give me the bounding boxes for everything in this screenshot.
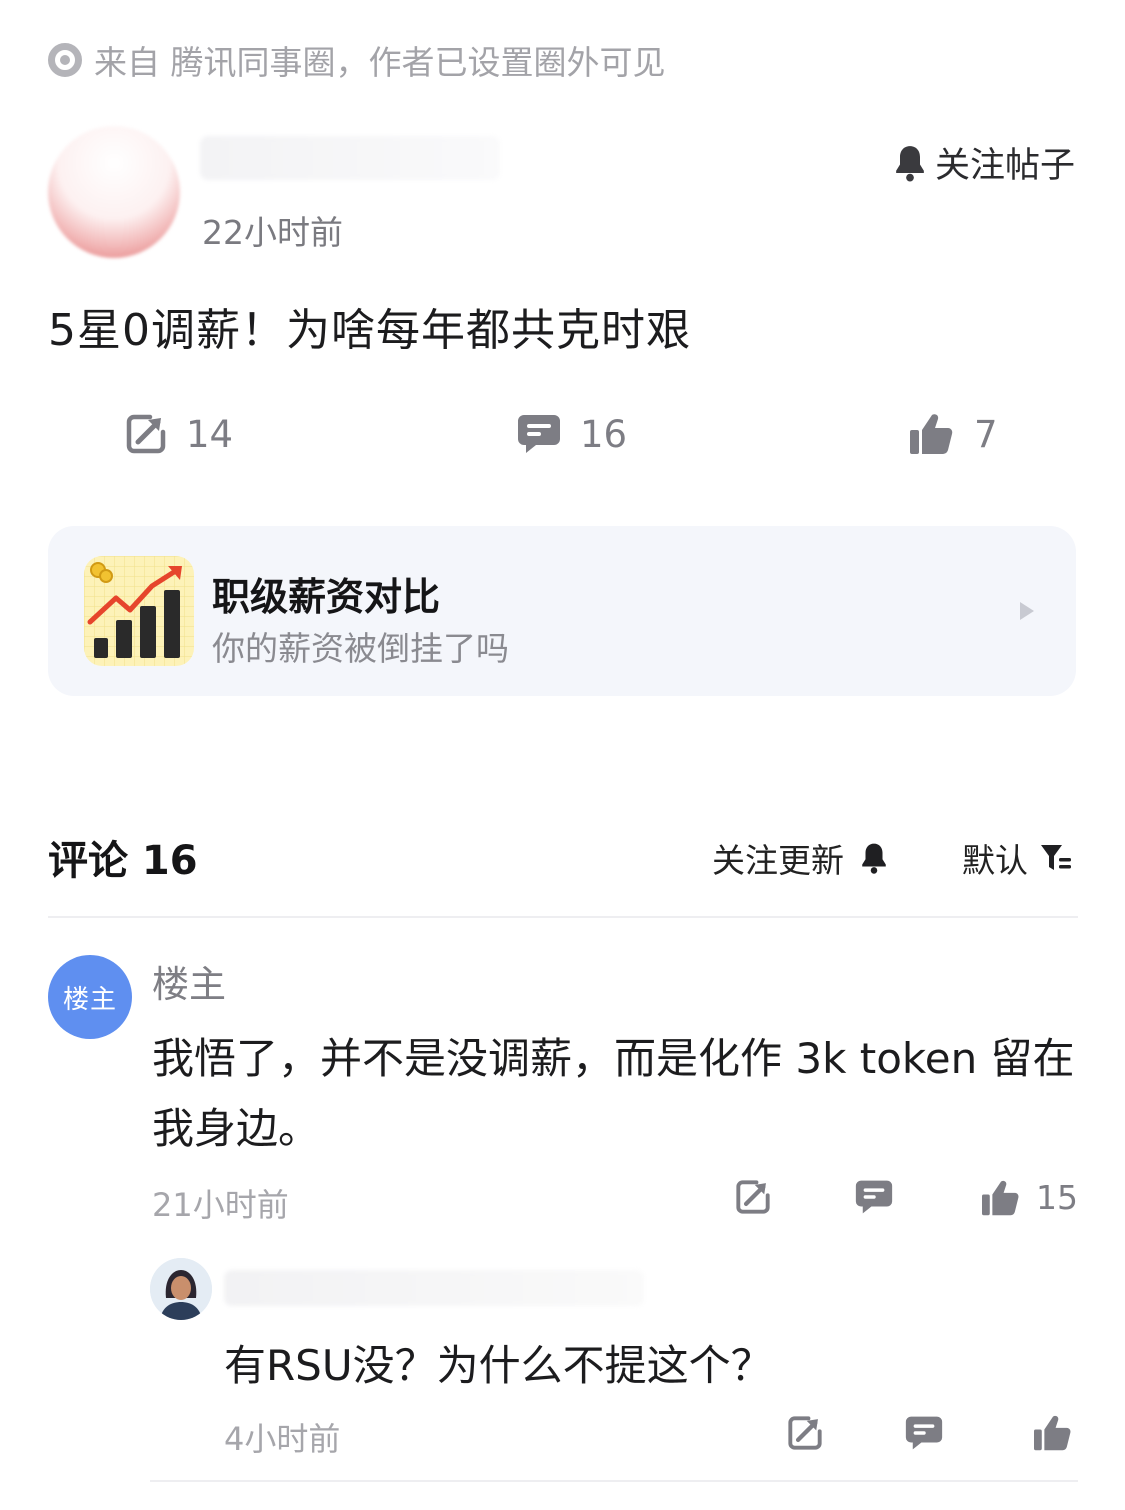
share-icon (736, 1180, 770, 1214)
comments-divider (48, 916, 1078, 918)
chevron-right-icon (1020, 602, 1034, 620)
reply-text: 有RSU没？为什么不提这个？ (224, 1341, 773, 1390)
follow-updates-button[interactable]: 关注更新 (712, 834, 890, 882)
source-line: 来自 腾讯同事圈，作者已设置圈外可见 (48, 36, 666, 84)
share-count: 14 (186, 412, 234, 456)
follow-post-button[interactable]: 关注帖子 (891, 137, 1075, 188)
chart-growth-icon (84, 556, 194, 666)
comment-count: 16 (580, 412, 628, 456)
thumbs-up-icon (910, 414, 953, 454)
share-icon (788, 1416, 822, 1450)
bell-icon (896, 145, 924, 181)
reply-reply-button[interactable] (904, 1414, 944, 1452)
like-stat[interactable]: 7 (908, 412, 998, 456)
follow-updates-label: 关注更新 (712, 841, 844, 880)
reply-author-blurred[interactable] (224, 1270, 644, 1306)
salary-compare-card[interactable]: 职级薪资对比 你的薪资被倒挂了吗 (48, 526, 1076, 696)
comment-icon (855, 1180, 893, 1214)
promo-subtitle: 你的薪资被倒挂了吗 (212, 629, 509, 668)
post-time: 22小时前 (202, 213, 343, 252)
thumbs-up-icon (982, 1180, 1019, 1215)
bell-icon (862, 843, 886, 874)
comment-share-button[interactable] (734, 1178, 772, 1216)
sort-button[interactable]: 默认 (962, 834, 1072, 882)
comment-stat[interactable]: 16 (516, 412, 627, 456)
op-badge-avatar[interactable]: 楼主 (48, 955, 132, 1039)
source-circle-icon (48, 43, 82, 77)
share-icon (126, 414, 166, 454)
comment-icon (518, 415, 560, 453)
thumbs-up-icon (1034, 1415, 1071, 1451)
reply-avatar[interactable] (150, 1258, 212, 1320)
comment-like-count: 15 (1036, 1178, 1078, 1217)
comment-text: 我悟了，并不是没调薪，而是化作 3k token 留在我身边。 (152, 1034, 1075, 1153)
reply-divider (150, 1480, 1078, 1482)
source-text: 来自 腾讯同事圈，作者已设置圈外可见 (94, 43, 666, 82)
reply-share-button[interactable] (786, 1414, 824, 1452)
share-stat[interactable]: 14 (124, 412, 233, 456)
reply-like-button[interactable] (1032, 1414, 1074, 1452)
comment-like-button[interactable]: 15 (980, 1178, 1078, 1217)
post-title: 5星0调薪！为啥每年都共克时艰 (48, 305, 691, 356)
comments-header: 评论 16 (48, 838, 198, 884)
comment-icon (905, 1416, 943, 1450)
sort-label: 默认 (962, 841, 1028, 880)
author-avatar[interactable] (48, 126, 180, 258)
filter-icon (1041, 845, 1071, 870)
promo-title: 职级薪资对比 (212, 575, 441, 619)
like-count: 7 (974, 412, 998, 456)
author-name-blurred[interactable] (200, 136, 500, 180)
comment-reply-button[interactable] (854, 1178, 894, 1216)
reply-time: 4小时前 (224, 1420, 341, 1458)
comment-time: 21小时前 (152, 1186, 289, 1224)
comment-author[interactable]: 楼主 (152, 954, 226, 1008)
follow-post-label: 关注帖子 (934, 146, 1075, 186)
